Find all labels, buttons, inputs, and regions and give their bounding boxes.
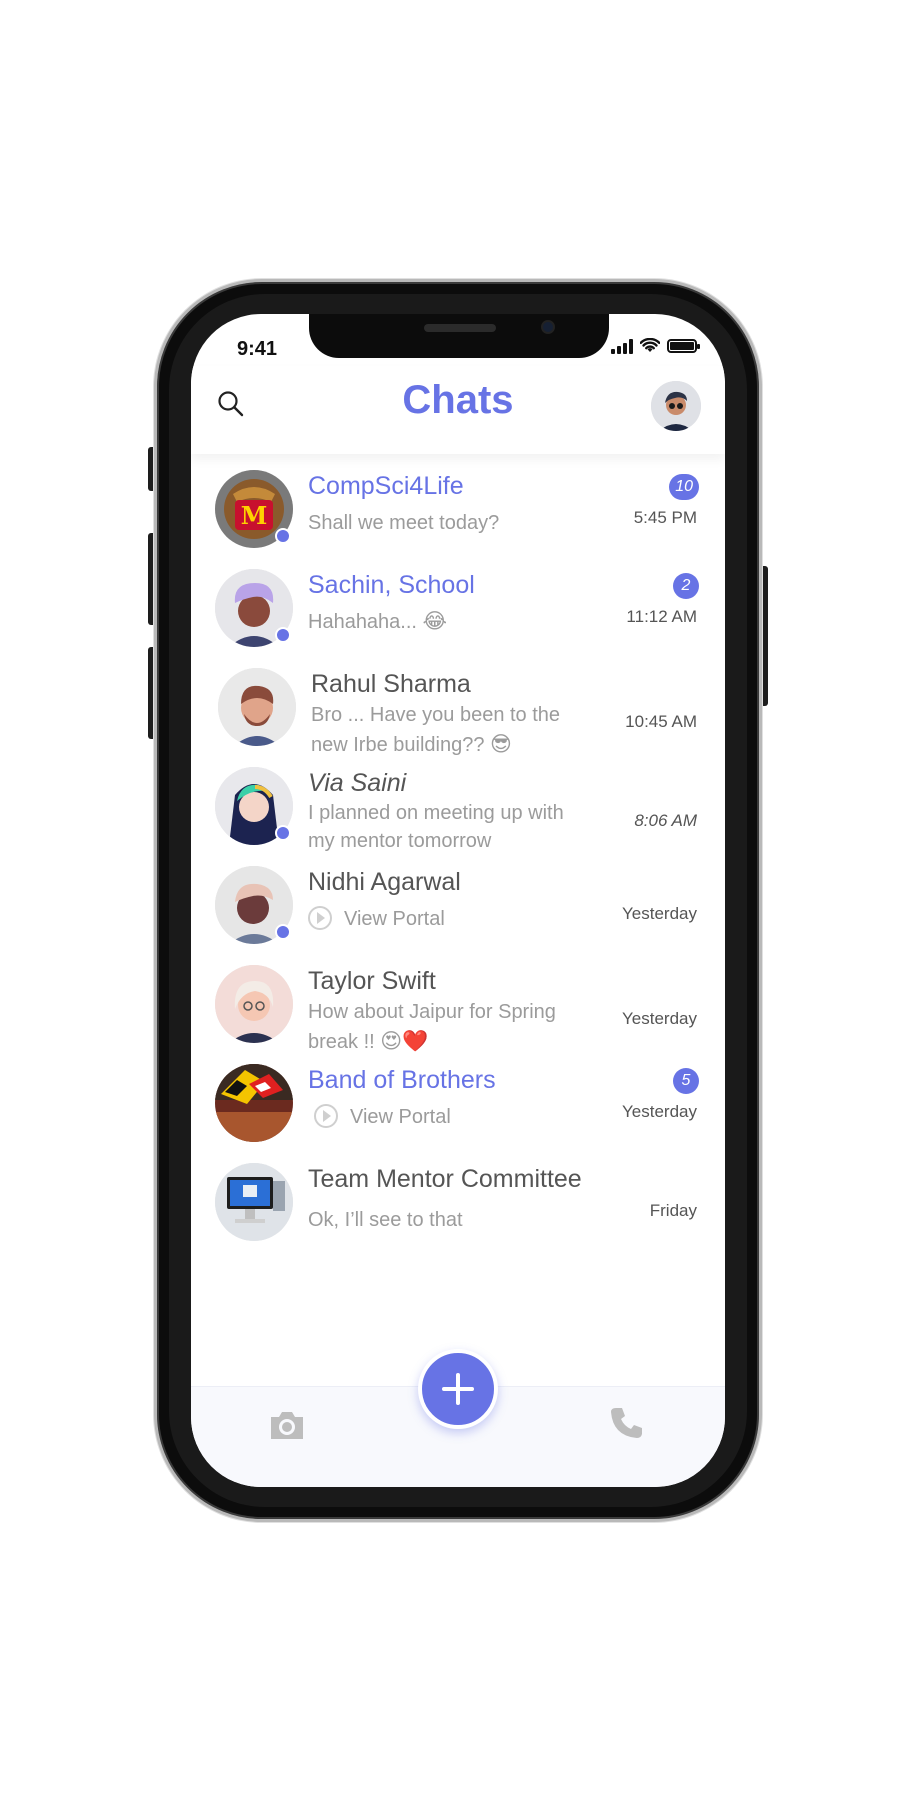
online-indicator: [275, 924, 291, 940]
front-camera: [541, 320, 555, 334]
message-preview: Ok, I’ll see to that: [308, 1209, 463, 1231]
message-preview: I planned on meeting up with my mentor t…: [308, 802, 564, 852]
unread-badge: 2: [673, 573, 699, 599]
new-chat-button[interactable]: [418, 1349, 498, 1429]
chat-name: Sachin, School: [308, 571, 475, 599]
chat-row[interactable]: Nidhi Agarwal View Portal Yesterday: [191, 854, 725, 964]
svg-text:M: M: [241, 501, 268, 530]
emoji-laugh: 😂: [422, 610, 448, 633]
message-time: 5:45 PM: [633, 508, 697, 527]
message-preview: How about Jaipur for Spring break !! 😍❤️: [308, 1001, 556, 1053]
unread-badge: 5: [673, 1068, 699, 1094]
unread-badge: 10: [669, 474, 699, 500]
chat-avatar: [218, 668, 296, 746]
chat-avatar: [215, 1064, 293, 1142]
message-preview: Bro ... Have you been to the new Irbe bu…: [311, 704, 561, 756]
wifi-icon: [640, 338, 660, 352]
chat-row[interactable]: Via Saini I planned on meeting up with m…: [191, 755, 725, 865]
chat-name: Nidhi Agarwal: [308, 868, 461, 896]
online-indicator: [275, 627, 291, 643]
app-screen: 9:41 Chats M CompSci4Life Shall we meet …: [191, 314, 725, 1487]
chat-name: Via Saini: [308, 769, 407, 797]
header-bar: Chats: [191, 366, 725, 454]
profile-avatar[interactable]: [651, 381, 701, 431]
online-indicator: [275, 825, 291, 841]
page-title: Chats: [402, 378, 514, 422]
message-time: Yesterday: [622, 904, 697, 923]
chat-name: CompSci4Life: [308, 472, 464, 500]
message-time: 10:45 AM: [625, 712, 697, 731]
play-icon: [314, 1104, 338, 1128]
chat-row[interactable]: Band of Brothers View Portal 5 Yesterday: [191, 1052, 725, 1162]
battery-icon: [667, 339, 700, 353]
chat-name: Band of Brothers: [308, 1066, 496, 1094]
chat-name: Taylor Swift: [308, 967, 436, 995]
chat-name: Team Mentor Committee: [308, 1165, 582, 1193]
online-indicator: [275, 528, 291, 544]
message-time: 8:06 AM: [634, 811, 697, 830]
signal-icon: [611, 338, 633, 354]
message-preview: Shall we meet today?: [308, 512, 500, 534]
emoji-heart-eyes: 😍❤️: [380, 1030, 429, 1053]
chat-name: Rahul Sharma: [311, 670, 471, 698]
chat-row[interactable]: Rahul Sharma Bro ... Have you been to th…: [191, 656, 725, 766]
notch: [309, 314, 609, 358]
play-icon: [308, 906, 332, 930]
camera-icon[interactable]: [267, 1405, 307, 1445]
message-time: Friday: [649, 1201, 697, 1220]
emoji-sunglasses: 😎: [490, 733, 512, 756]
status-time: 9:41: [237, 338, 278, 360]
chat-row[interactable]: M CompSci4Life Shall we meet today? 10 5…: [191, 458, 725, 568]
message-preview: Hahahaha... 😂: [308, 610, 448, 633]
message-time: Yesterday: [622, 1102, 697, 1121]
message-preview: View Portal: [314, 1102, 614, 1132]
status-icons: [611, 338, 700, 354]
message-preview: View Portal: [308, 904, 608, 934]
speaker-grille: [424, 324, 496, 332]
chat-row[interactable]: Sachin, School Hahahaha... 😂 2 11:12 AM: [191, 557, 725, 667]
phone-icon[interactable]: [607, 1403, 647, 1443]
chat-avatar: [215, 965, 293, 1043]
message-time: 11:12 AM: [626, 607, 697, 626]
chat-avatar: [215, 1163, 293, 1241]
chat-row[interactable]: Team Mentor Committee Ok, I’ll see to th…: [191, 1151, 725, 1261]
message-time: Yesterday: [622, 1009, 697, 1028]
chat-row[interactable]: Taylor Swift How about Jaipur for Spring…: [191, 953, 725, 1063]
